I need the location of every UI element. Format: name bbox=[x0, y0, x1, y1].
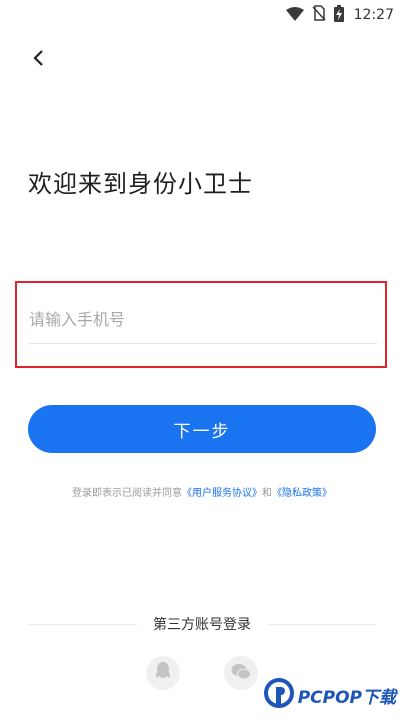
third-party-label: 第三方账号登录 bbox=[153, 617, 251, 633]
back-button[interactable] bbox=[22, 44, 54, 76]
watermark-text: PCPOP下载 bbox=[297, 687, 396, 708]
wifi-icon bbox=[285, 6, 304, 25]
privacy-policy-link[interactable]: 《隐私政策》 bbox=[272, 488, 332, 499]
status-bar: 12:27 bbox=[0, 0, 404, 30]
battery-charging-icon bbox=[333, 4, 344, 26]
qq-login-button[interactable] bbox=[146, 656, 180, 690]
agreement-and: 和 bbox=[262, 488, 272, 499]
welcome-title: 欢迎来到身份小卫士 bbox=[28, 170, 253, 198]
next-button[interactable]: 下一步 bbox=[28, 405, 376, 453]
qq-icon bbox=[154, 661, 172, 685]
pcpop-watermark: PCPOP下载 bbox=[263, 678, 396, 712]
divider-line-left bbox=[28, 623, 137, 625]
phone-input[interactable] bbox=[29, 295, 377, 344]
wechat-login-button[interactable] bbox=[224, 656, 258, 690]
user-agreement-link[interactable]: 《用户服务协议》 bbox=[182, 488, 262, 499]
status-icons: 12:27 bbox=[285, 4, 394, 26]
no-sim-icon bbox=[312, 5, 326, 25]
status-time: 12:27 bbox=[353, 7, 394, 23]
wechat-icon bbox=[231, 663, 251, 684]
third-party-divider: 第三方账号登录 bbox=[28, 614, 376, 634]
divider-line-right bbox=[267, 623, 376, 625]
chevron-left-icon bbox=[32, 49, 44, 71]
pcpop-logo-icon bbox=[263, 678, 294, 712]
phone-field-highlight bbox=[15, 281, 387, 368]
agreement-prefix: 登录即表示已阅读并同意 bbox=[72, 488, 182, 499]
agreement-text: 登录即表示已阅读并同意《用户服务协议》和《隐私政策》 bbox=[0, 484, 404, 499]
